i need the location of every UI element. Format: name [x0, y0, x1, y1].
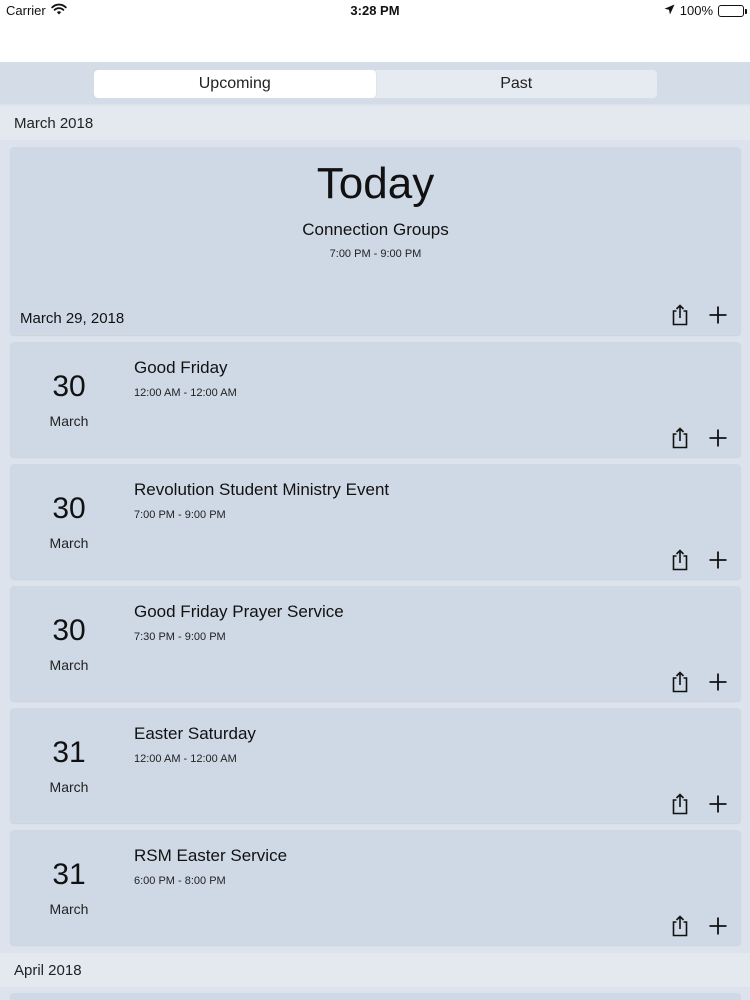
- event-month: March: [49, 657, 89, 673]
- today-event-time: 7:00 PM - 9:00 PM: [329, 248, 422, 260]
- tab-past[interactable]: Past: [376, 70, 658, 98]
- event-card[interactable]: [10, 993, 741, 1000]
- segmented-control: Upcoming Past: [94, 70, 657, 98]
- section-header-march: March 2018: [0, 106, 750, 140]
- event-month: March: [49, 901, 89, 917]
- event-card[interactable]: 31 March Easter Saturday 12:00 AM - 12:0…: [10, 708, 741, 823]
- event-day: 31: [52, 858, 86, 891]
- share-button[interactable]: [669, 303, 691, 327]
- add-button[interactable]: [707, 427, 729, 449]
- event-title: Revolution Student Ministry Event: [134, 480, 390, 499]
- status-time: 3:28 PM: [350, 3, 400, 18]
- plus-icon: [709, 306, 727, 324]
- battery-percent: 100%: [679, 3, 713, 18]
- event-title: Easter Saturday: [134, 724, 256, 743]
- share-button[interactable]: [669, 670, 691, 694]
- share-icon: [672, 427, 688, 449]
- add-button[interactable]: [707, 915, 729, 937]
- add-button[interactable]: [707, 793, 729, 815]
- share-icon: [672, 793, 688, 815]
- today-event-title: Connection Groups: [302, 220, 449, 239]
- event-time: 12:00 AM - 12:00 AM: [134, 387, 237, 399]
- tab-upcoming[interactable]: Upcoming: [94, 70, 376, 98]
- event-card[interactable]: 30 March Good Friday 12:00 AM - 12:00 AM: [10, 342, 741, 457]
- event-day: 30: [52, 370, 86, 403]
- add-button[interactable]: [707, 671, 729, 693]
- share-button[interactable]: [669, 548, 691, 572]
- plus-icon: [709, 429, 727, 447]
- plus-icon: [709, 795, 727, 813]
- status-right: 100%: [664, 3, 747, 18]
- event-time: 12:00 AM - 12:00 AM: [134, 753, 237, 765]
- today-date: March 29, 2018: [20, 310, 125, 327]
- event-day: 30: [52, 614, 86, 647]
- event-day: 31: [52, 736, 86, 769]
- event-day: 30: [52, 492, 86, 525]
- nav-spacer: [0, 22, 750, 62]
- event-month: March: [49, 535, 89, 551]
- event-title: Good Friday: [134, 358, 228, 377]
- segmented-bar: Upcoming Past: [0, 62, 750, 104]
- share-button[interactable]: [669, 914, 691, 938]
- event-title: Good Friday Prayer Service: [134, 602, 344, 621]
- share-icon: [672, 915, 688, 937]
- event-month: March: [49, 779, 89, 795]
- today-card[interactable]: Today Connection Groups 7:00 PM - 9:00 P…: [10, 147, 741, 335]
- battery-icon: [718, 4, 747, 17]
- event-card[interactable]: 30 March Revolution Student Ministry Eve…: [10, 464, 741, 579]
- event-month: March: [49, 413, 89, 429]
- share-icon: [672, 549, 688, 571]
- add-button[interactable]: [707, 304, 729, 326]
- event-card[interactable]: 30 March Good Friday Prayer Service 7:30…: [10, 586, 741, 701]
- event-time: 7:30 PM - 9:00 PM: [134, 631, 226, 643]
- share-button[interactable]: [669, 792, 691, 816]
- location-arrow-icon: [664, 3, 675, 18]
- event-time: 6:00 PM - 8:00 PM: [134, 875, 226, 887]
- share-button[interactable]: [669, 426, 691, 450]
- section-header-april: April 2018: [0, 953, 750, 987]
- status-bar: Carrier 3:28 PM 100%: [0, 0, 750, 22]
- event-card[interactable]: 31 March RSM Easter Service 6:00 PM - 8:…: [10, 830, 741, 945]
- event-time: 7:00 PM - 9:00 PM: [134, 509, 226, 521]
- add-button[interactable]: [707, 549, 729, 571]
- event-title: RSM Easter Service: [134, 846, 288, 865]
- share-icon: [672, 671, 688, 693]
- today-heading: Today: [316, 159, 435, 208]
- plus-icon: [709, 917, 727, 935]
- plus-icon: [709, 551, 727, 569]
- plus-icon: [709, 673, 727, 691]
- share-icon: [672, 304, 688, 326]
